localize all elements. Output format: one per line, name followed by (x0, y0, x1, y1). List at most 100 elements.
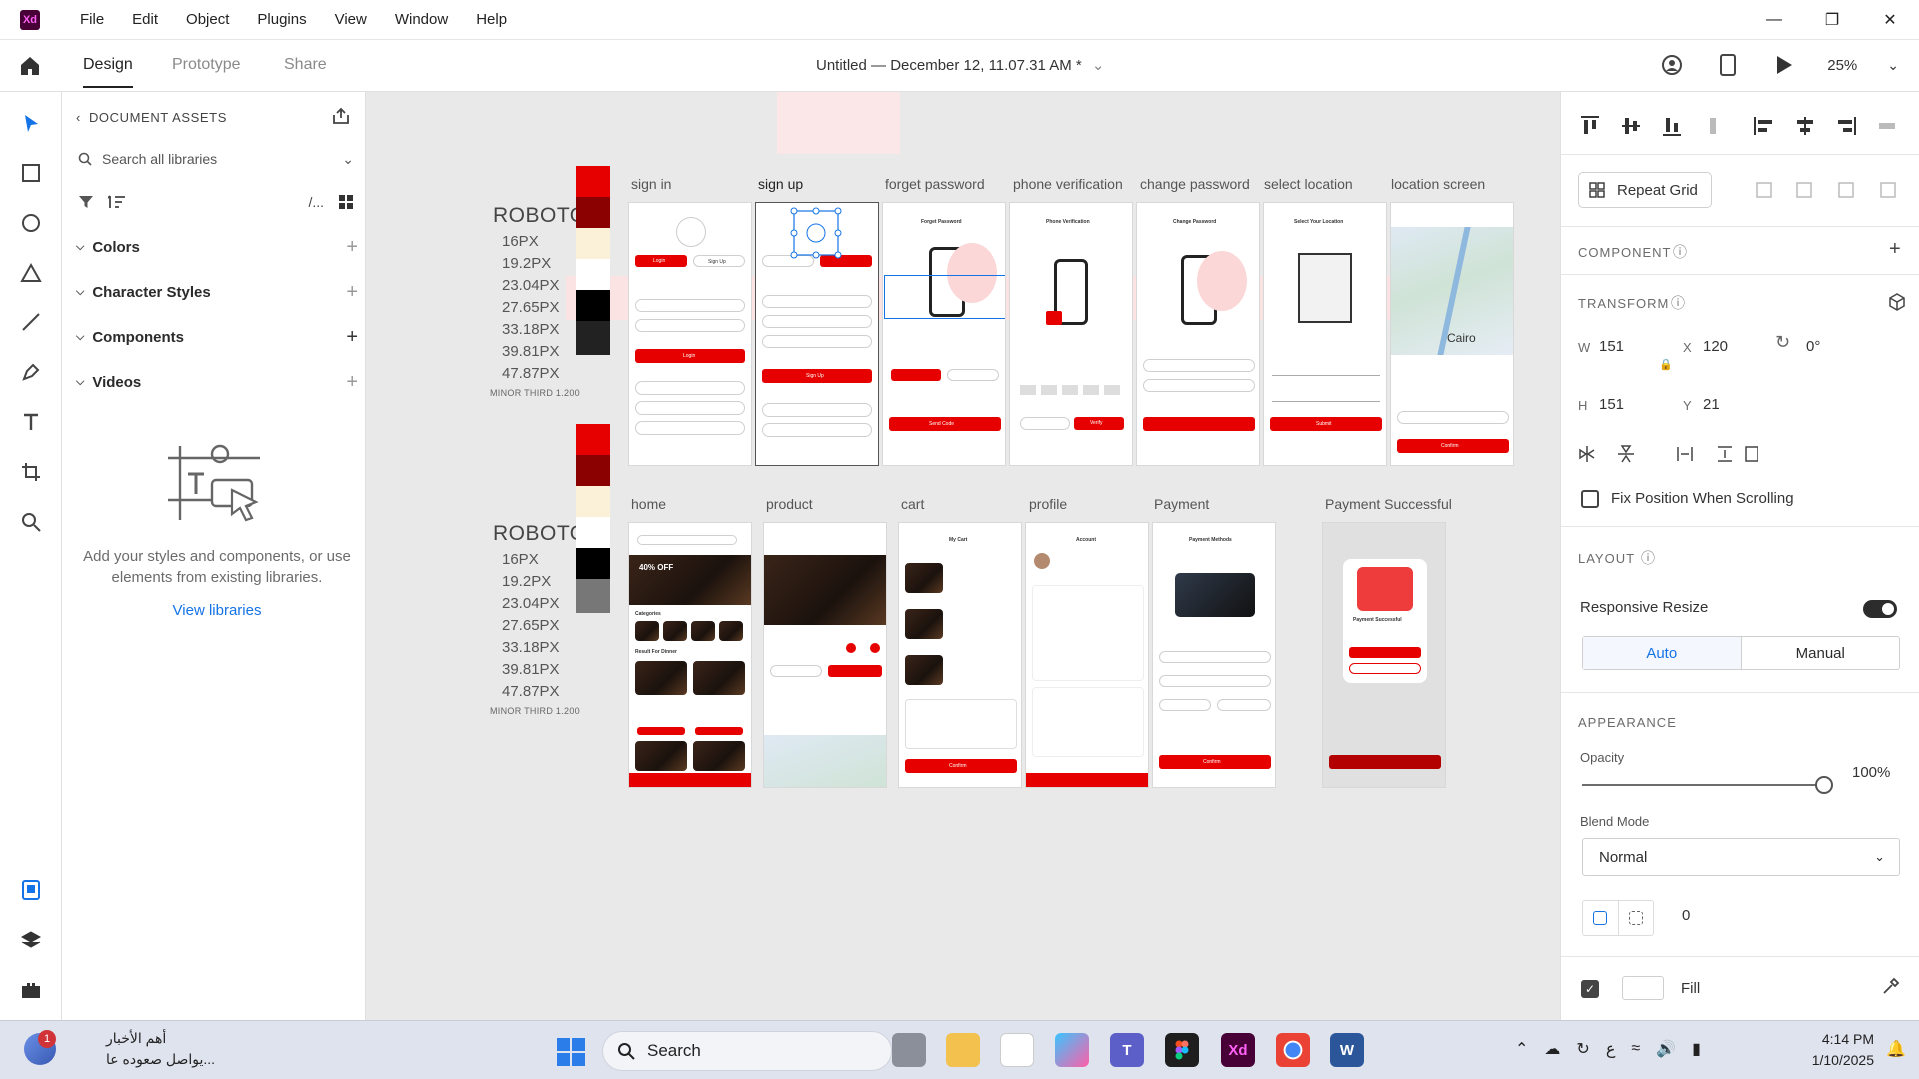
menu-object[interactable]: Object (186, 11, 229, 28)
word-icon[interactable]: W (1330, 1033, 1364, 1067)
resize-auto-button[interactable]: Auto (1583, 637, 1742, 669)
opacity-input[interactable]: 100% (1852, 764, 1890, 781)
align-bottom-icon[interactable] (1660, 114, 1684, 138)
wifi-icon[interactable]: ≈ (1631, 1040, 1640, 1058)
user-icon[interactable] (1659, 52, 1685, 78)
add-component-icon[interactable]: + (346, 326, 358, 349)
chevron-down-icon[interactable]: ⌄ (1887, 57, 1899, 74)
chevron-down-icon[interactable]: ⌄ (342, 151, 354, 168)
fill-color-swatch[interactable] (1622, 976, 1664, 1000)
path-filter[interactable]: /... (308, 194, 324, 210)
plugins-panel-icon[interactable] (19, 978, 43, 1002)
artboard-forget-password[interactable]: Forget Password Send Code (882, 202, 1006, 466)
notification-bell-icon[interactable]: 🔔 (1886, 1039, 1906, 1059)
sort-icon[interactable] (108, 194, 126, 210)
flip-and-distribute-icons[interactable] (1578, 444, 1758, 464)
figma-icon[interactable] (1165, 1033, 1199, 1067)
menu-view[interactable]: View (335, 11, 367, 28)
section-components[interactable]: ⌵ Components + (76, 324, 358, 350)
teams-icon[interactable]: T (1110, 1033, 1144, 1067)
resize-manual-button[interactable]: Manual (1742, 637, 1900, 669)
menu-file[interactable]: File (80, 11, 104, 28)
zoom-level[interactable]: 25% (1827, 57, 1857, 74)
tab-share[interactable]: Share (284, 56, 327, 74)
artboard-sign-in[interactable]: Login Sign Up Login (628, 202, 752, 466)
add-color-icon[interactable]: + (346, 236, 358, 259)
corner-radius-input[interactable]: 0 (1682, 907, 1690, 924)
artboard-select-location[interactable]: Select Your Location Submit (1263, 202, 1387, 466)
document-title[interactable]: Untitled — December 12, 11.07.31 AM * ⌄ (816, 56, 1104, 74)
artboard-payment-successful[interactable]: Payment Successful (1322, 522, 1446, 788)
grid-view-icon[interactable] (338, 194, 354, 210)
menu-plugins[interactable]: Plugins (257, 11, 306, 28)
polygon-tool-icon[interactable] (19, 261, 43, 285)
color-swatch[interactable] (576, 455, 610, 489)
y-input[interactable]: 21 (1703, 396, 1720, 413)
color-swatch[interactable] (576, 290, 610, 324)
artboard-label[interactable]: profile (1029, 496, 1067, 512)
add-video-icon[interactable]: + (346, 371, 358, 394)
distribute-vertical-icon[interactable] (1701, 114, 1725, 138)
corner-all-icon[interactable] (1583, 901, 1619, 935)
artboard-label[interactable]: cart (901, 496, 924, 512)
artboard-label[interactable]: location screen (1391, 176, 1485, 192)
play-icon[interactable] (1771, 52, 1797, 78)
info-icon[interactable]: ⓘ (1641, 548, 1655, 568)
artboard-label[interactable]: forget password (885, 176, 985, 192)
color-swatch[interactable] (576, 197, 610, 231)
info-icon[interactable]: ⓘ (1671, 293, 1685, 313)
select-tool-icon[interactable] (19, 112, 43, 136)
blend-mode-select[interactable]: Normal ⌄ (1582, 838, 1900, 876)
menu-edit[interactable]: Edit (132, 11, 158, 28)
chevron-up-icon[interactable]: ⌃ (1515, 1039, 1528, 1059)
line-tool-icon[interactable] (19, 310, 43, 334)
color-swatch[interactable] (576, 579, 610, 613)
color-swatch[interactable] (576, 228, 610, 262)
align-top-icon[interactable] (1578, 114, 1602, 138)
align-middle-icon[interactable] (1619, 114, 1643, 138)
share-icon[interactable] (331, 106, 351, 126)
artboard-label[interactable]: change password (1140, 176, 1250, 192)
rectangle-tool-icon[interactable] (19, 161, 43, 185)
restore-icon[interactable]: ❐ (1803, 0, 1861, 40)
volume-icon[interactable]: 🔊 (1656, 1039, 1676, 1059)
rotation-input[interactable]: 0° (1806, 338, 1820, 355)
minimize-icon[interactable]: — (1745, 0, 1803, 40)
color-swatch[interactable] (576, 321, 610, 355)
pen-tool-icon[interactable] (19, 360, 43, 384)
menu-help[interactable]: Help (476, 11, 507, 28)
sync-icon[interactable]: ↻ (1576, 1039, 1589, 1059)
design-canvas[interactable]: ROBOTO 16PX 19.2PX 23.04PX 27.65PX 33.18… (366, 92, 1560, 1020)
chrome-icon[interactable] (1276, 1033, 1310, 1067)
artboard-sign-up[interactable]: Sign Up (755, 202, 879, 466)
zoom-tool-icon[interactable] (19, 510, 43, 534)
eyedropper-icon[interactable] (1881, 976, 1901, 996)
tab-prototype[interactable]: Prototype (172, 56, 240, 74)
opacity-slider-handle[interactable] (1815, 776, 1833, 794)
adobe-xd-taskbar-icon[interactable]: Xd (1221, 1033, 1255, 1067)
layers-panel-icon[interactable] (19, 928, 43, 952)
artboard-phone-verification[interactable]: Phone Verification Verify (1009, 202, 1133, 466)
chevron-down-icon[interactable]: ⌄ (1092, 57, 1105, 74)
menu-window[interactable]: Window (395, 11, 448, 28)
view-libraries-link[interactable]: View libraries (76, 602, 358, 619)
lock-aspect-icon[interactable]: 🔒 (1659, 358, 1673, 371)
clock-date[interactable]: 1/10/2025 (1790, 1052, 1874, 1068)
library-search[interactable]: Search all libraries ⌄ (78, 144, 354, 174)
text-tool-icon[interactable] (19, 410, 43, 434)
filter-icon[interactable] (78, 194, 94, 210)
fix-position-checkbox[interactable] (1581, 490, 1599, 508)
artboard-label[interactable]: home (631, 496, 666, 512)
color-swatch[interactable] (576, 486, 610, 520)
color-swatch[interactable] (576, 548, 610, 582)
width-input[interactable]: 151 (1599, 338, 1624, 355)
opacity-slider-track[interactable] (1582, 784, 1824, 786)
section-videos[interactable]: ⌵ Videos + (76, 369, 358, 395)
artboard-cart[interactable]: My Cart Confirm (898, 522, 1022, 788)
repeat-grid-button[interactable]: Repeat Grid (1578, 172, 1712, 208)
artboard-product[interactable] (763, 522, 887, 788)
tab-design[interactable]: Design (83, 56, 133, 88)
artboard-label[interactable]: product (766, 496, 813, 512)
artboard-label[interactable]: Payment Successful (1325, 496, 1452, 512)
device-preview-icon[interactable] (1715, 52, 1741, 78)
